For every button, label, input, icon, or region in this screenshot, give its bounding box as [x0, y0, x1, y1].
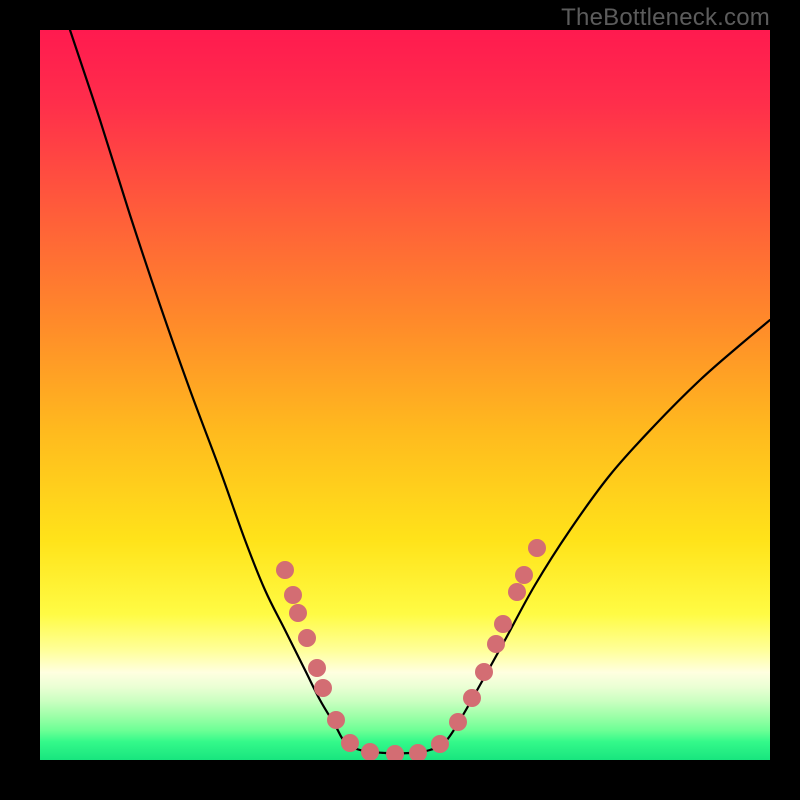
bottleneck-curve — [70, 30, 770, 753]
data-marker — [449, 713, 467, 731]
data-marker — [341, 734, 359, 752]
data-markers — [276, 539, 546, 760]
data-marker — [327, 711, 345, 729]
data-marker — [409, 744, 427, 760]
data-marker — [431, 735, 449, 753]
data-marker — [298, 629, 316, 647]
data-marker — [276, 561, 294, 579]
data-marker — [386, 745, 404, 760]
data-marker — [308, 659, 326, 677]
data-marker — [528, 539, 546, 557]
data-marker — [494, 615, 512, 633]
data-marker — [508, 583, 526, 601]
data-marker — [515, 566, 533, 584]
data-marker — [284, 586, 302, 604]
chart-frame: TheBottleneck.com — [0, 0, 800, 800]
curve-layer — [40, 30, 770, 760]
plot-area — [40, 30, 770, 760]
data-marker — [314, 679, 332, 697]
data-marker — [487, 635, 505, 653]
data-marker — [361, 743, 379, 760]
curve-path — [70, 30, 770, 753]
data-marker — [289, 604, 307, 622]
data-marker — [475, 663, 493, 681]
data-marker — [463, 689, 481, 707]
watermark-text: TheBottleneck.com — [561, 4, 770, 32]
